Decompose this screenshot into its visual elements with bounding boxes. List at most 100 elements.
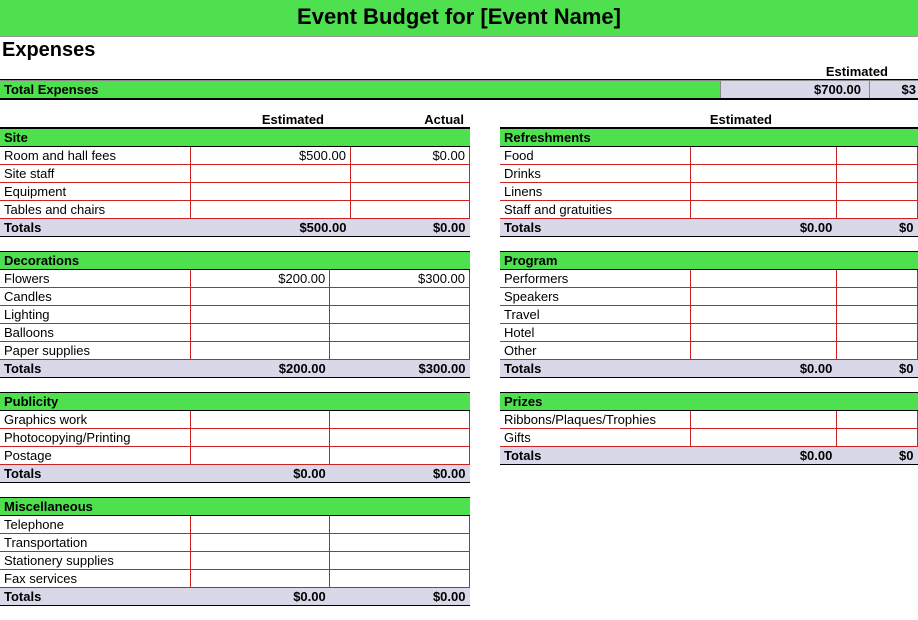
row-estimated[interactable] [190,306,330,324]
table-row: Drinks [500,165,918,183]
row-label: Flowers [0,270,190,288]
total-expenses-label: Total Expenses [0,81,720,98]
row-estimated[interactable]: $500.00 [190,147,350,165]
table-row: Balloons [0,324,470,342]
row-label: Equipment [0,183,190,201]
row-actual[interactable] [330,324,470,342]
row-actual[interactable] [836,201,917,219]
category-name: Prizes [500,393,690,411]
row-label: Fax services [0,570,190,588]
row-actual[interactable] [330,288,470,306]
totals-estimated: $0.00 [690,219,836,237]
row-actual[interactable] [836,270,917,288]
row-estimated[interactable] [190,429,330,447]
summary-header-row: Estimated [0,64,918,80]
category-table: PublicityGraphics workPhotocopying/Print… [0,392,470,483]
row-label: Hotel [500,324,690,342]
row-estimated[interactable] [690,270,836,288]
table-row: Linens [500,183,918,201]
row-actual[interactable] [836,288,917,306]
row-label: Staff and gratuities [500,201,690,219]
row-actual[interactable] [350,183,469,201]
row-actual[interactable] [836,411,917,429]
row-label: Site staff [0,165,190,183]
row-estimated[interactable] [190,288,330,306]
row-estimated[interactable] [690,411,836,429]
row-actual[interactable] [330,534,470,552]
row-label: Linens [500,183,690,201]
category-name: Publicity [0,393,190,411]
row-estimated[interactable] [190,165,350,183]
table-row: Site staff [0,165,470,183]
row-estimated[interactable] [690,324,836,342]
table-row: Gifts [500,429,918,447]
row-actual[interactable] [330,552,470,570]
row-actual[interactable] [836,429,917,447]
col-header-estimated: Estimated [638,112,778,127]
row-estimated[interactable]: $200.00 [190,270,330,288]
row-label: Stationery supplies [0,552,190,570]
row-estimated[interactable] [190,552,330,570]
row-estimated[interactable] [690,306,836,324]
row-actual[interactable] [330,342,470,360]
row-actual[interactable] [330,447,470,465]
row-actual[interactable]: $300.00 [330,270,470,288]
row-estimated[interactable] [190,570,330,588]
row-estimated[interactable] [190,516,330,534]
category-table: MiscellaneousTelephoneTransportationStat… [0,497,470,606]
row-estimated[interactable] [690,183,836,201]
row-estimated[interactable] [190,201,350,219]
row-estimated[interactable] [190,411,330,429]
row-actual[interactable] [836,183,917,201]
row-actual[interactable] [330,570,470,588]
row-estimated[interactable] [690,429,836,447]
row-actual[interactable] [836,147,917,165]
table-row: Candles [0,288,470,306]
row-actual[interactable] [836,306,917,324]
table-row: Photocopying/Printing [0,429,470,447]
row-actual[interactable] [836,342,917,360]
row-actual[interactable] [330,411,470,429]
row-actual[interactable] [836,165,917,183]
row-estimated[interactable] [190,534,330,552]
section-heading: Expenses [0,37,918,64]
row-actual[interactable]: $0.00 [350,147,469,165]
row-actual[interactable] [330,306,470,324]
total-expenses-row: Total Expenses $700.00 $3 [0,80,918,100]
row-label: Paper supplies [0,342,190,360]
category-name: Program [500,252,690,270]
table-row: Postage [0,447,470,465]
table-row: Performers [500,270,918,288]
row-actual[interactable] [330,516,470,534]
totals-actual: $0 [836,360,917,378]
totals-label: Totals [0,588,190,606]
totals-row: Totals$0.00$0.00 [0,465,470,483]
table-row: Equipment [0,183,470,201]
row-label: Candles [0,288,190,306]
totals-actual: $0 [836,219,917,237]
category-name: Decorations [0,252,190,270]
row-actual[interactable] [836,324,917,342]
row-estimated[interactable] [690,201,836,219]
totals-row: Totals$0.00$0.00 [0,588,470,606]
row-label: Lighting [0,306,190,324]
table-row: Room and hall fees$500.00$0.00 [0,147,470,165]
row-label: Photocopying/Printing [0,429,190,447]
row-actual[interactable] [350,165,469,183]
row-estimated[interactable] [190,183,350,201]
row-estimated[interactable] [690,288,836,306]
table-row: Food [500,147,918,165]
row-estimated[interactable] [690,147,836,165]
table-row: Other [500,342,918,360]
row-estimated[interactable] [190,342,330,360]
row-label: Other [500,342,690,360]
col-header-estimated: Estimated [190,112,330,127]
row-actual[interactable] [330,429,470,447]
row-estimated[interactable] [190,324,330,342]
row-estimated[interactable] [690,342,836,360]
row-actual[interactable] [350,201,469,219]
row-estimated[interactable] [190,447,330,465]
row-estimated[interactable] [690,165,836,183]
table-row: Fax services [0,570,470,588]
totals-actual: $0.00 [330,588,470,606]
